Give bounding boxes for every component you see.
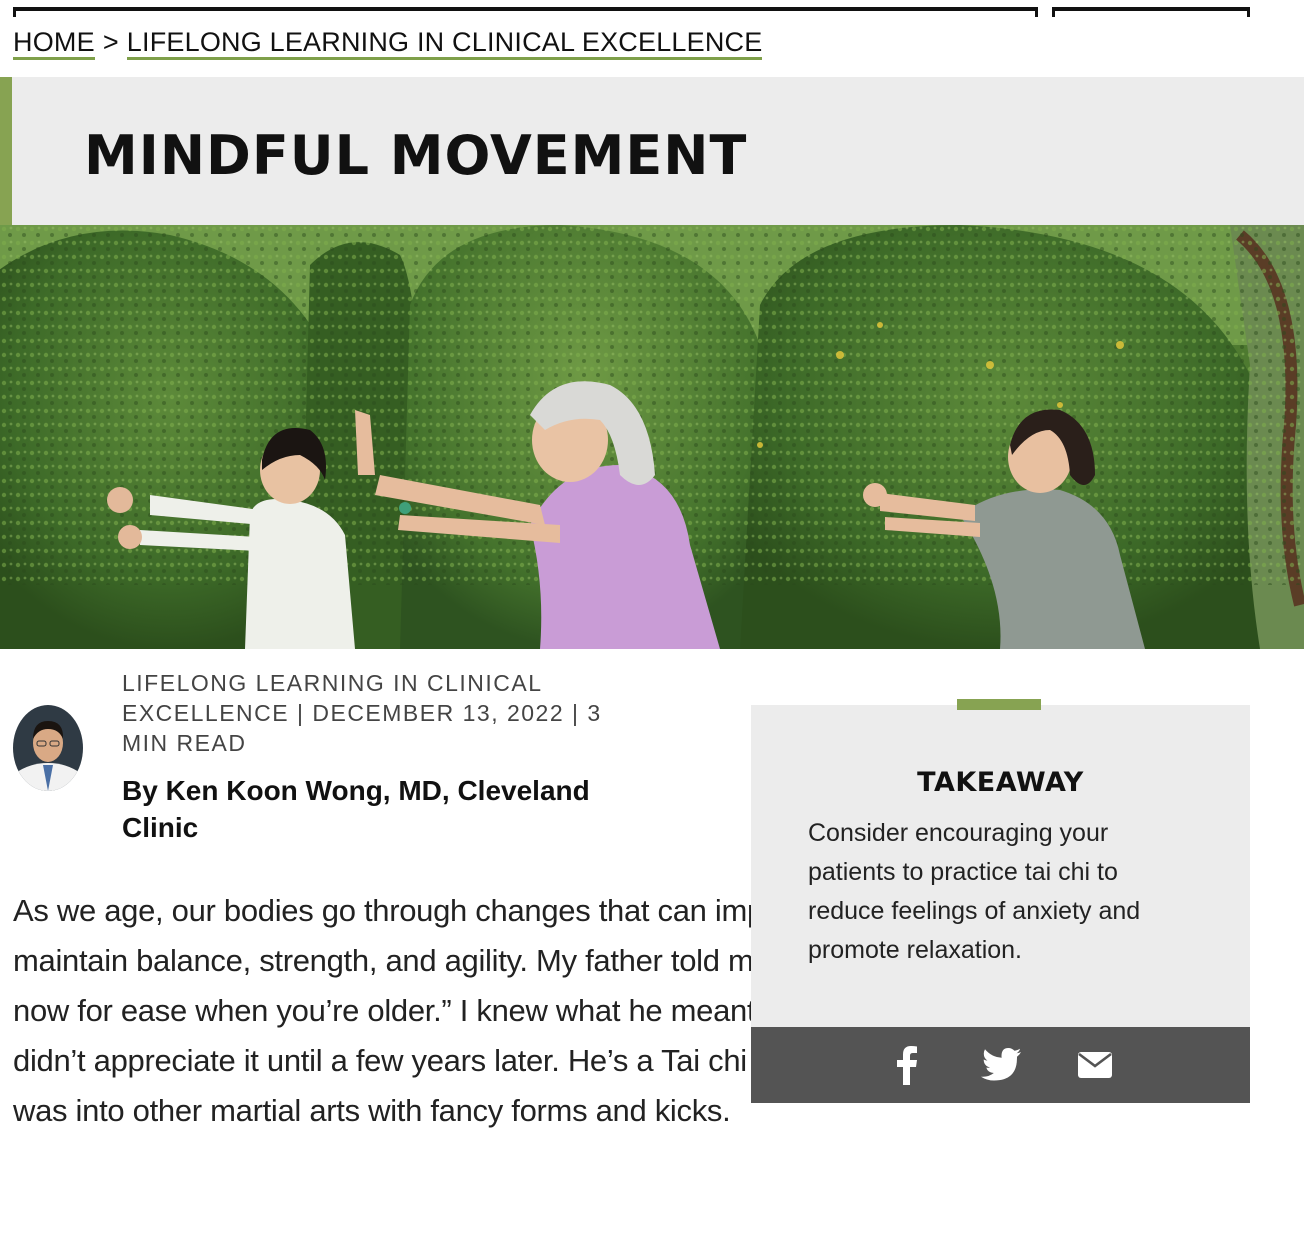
twitter-icon[interactable] [979, 1041, 1023, 1089]
breadcrumb-separator: > [102, 27, 119, 57]
top-rule-side [1052, 7, 1250, 17]
takeaway-text: Consider encouraging your patients to pr… [808, 819, 1141, 964]
takeaway-heading: TAKEAWAY [917, 767, 1084, 798]
takeaway-accent-bar [957, 699, 1041, 710]
title-band: MINDFUL MOVEMENT [0, 77, 1304, 225]
share-bar [751, 1027, 1250, 1103]
hero-image [0, 225, 1304, 649]
breadcrumb: HOME > LIFELONG LEARNING IN CLINICAL EXCEL… [13, 24, 763, 60]
breadcrumb-home-link[interactable]: HOME [13, 27, 95, 60]
email-icon[interactable] [1073, 1041, 1117, 1089]
page-title: MINDFUL MOVEMENT [84, 124, 748, 187]
breadcrumb-category-link[interactable]: LIFELONG LEARNING IN CLINICAL EXCELLENCE [126, 27, 763, 60]
article-meta: LIFELONG LEARNING IN CLINICAL EXCELLENCE… [122, 670, 602, 756]
takeaway-box: TAKEAWAY Consider encouraging your patie… [751, 699, 1250, 1027]
facebook-icon[interactable] [885, 1041, 929, 1089]
top-rule-main [13, 7, 1038, 17]
article-byline: By Ken Koon Wong, MD, Cleveland Clinic [122, 775, 590, 843]
author-avatar [13, 705, 83, 791]
